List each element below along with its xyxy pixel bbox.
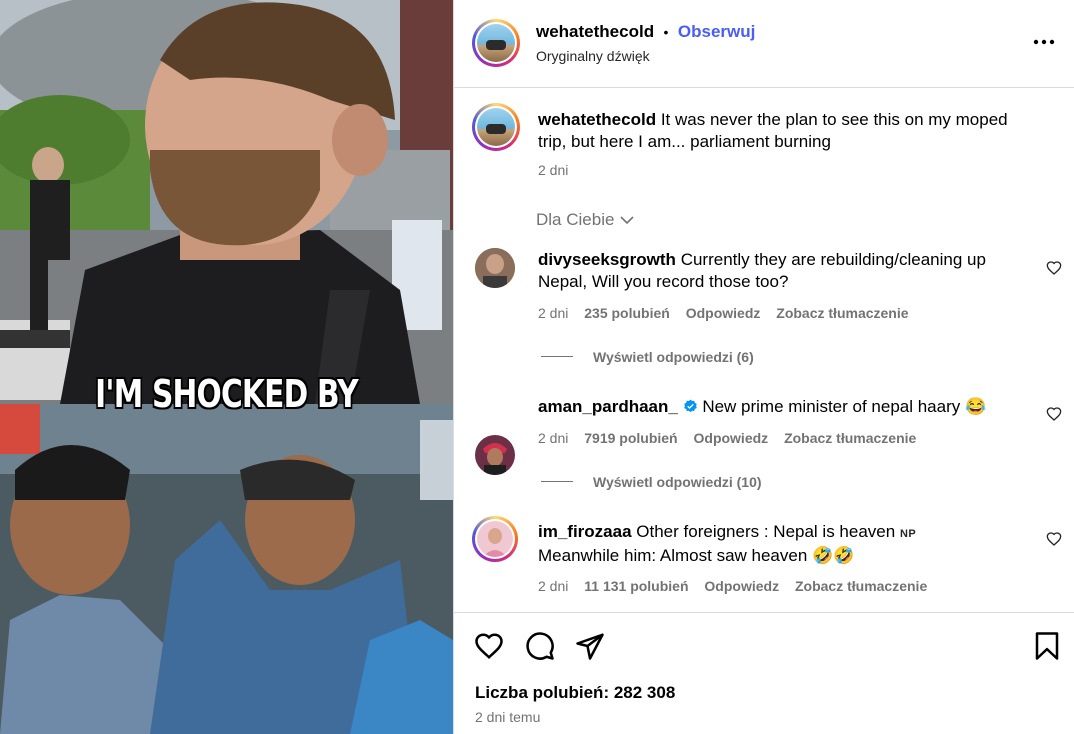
translate-button[interactable]: Zobacz tłumaczenie [784, 430, 916, 446]
comment-text: New prime minister of nepal haary 😂 [702, 397, 987, 416]
flag-np-icon: NP [899, 528, 917, 540]
actions-divider [454, 612, 1074, 613]
comment: aman_pardhaan_ New prime minister of nep… [538, 396, 1008, 418]
comment-like-icon[interactable] [1046, 406, 1062, 427]
caption: wehatethecold It was never the plan to s… [538, 109, 1038, 153]
comment-time: 2 dni [538, 305, 569, 321]
video-caption-overlay: I'M SHOCKED BY [95, 372, 358, 416]
header-divider [454, 87, 1074, 88]
caption-avatar[interactable] [472, 103, 520, 151]
reel-video[interactable]: I'M SHOCKED BY [0, 0, 453, 734]
separator-dot: • [663, 24, 669, 40]
comment-meta: 2 dni 7919 polubień Odpowiedz Zobacz tłu… [538, 430, 916, 446]
comment-icon[interactable] [525, 631, 555, 666]
replies-line [541, 481, 573, 482]
comment-meta: 2 dni 235 polubień Odpowiedz Zobacz tłum… [538, 305, 909, 321]
comment-meta: 2 dni 11 131 polubień Odpowiedz Zobacz t… [538, 578, 927, 594]
sort-label: Dla Ciebie [536, 210, 615, 229]
share-icon[interactable] [575, 631, 605, 666]
comment-time: 2 dni [538, 430, 569, 446]
comment-text: Other foreigners : Nepal is heaven [636, 522, 896, 541]
follow-button[interactable]: Obserwuj [678, 22, 755, 41]
comment-username[interactable]: im_firozaaa [538, 522, 632, 541]
comment-text-line2: Meanwhile him: Almost saw heaven 🤣🤣 [538, 546, 855, 565]
video-frame [0, 0, 453, 734]
comment-username[interactable]: aman_pardhaan_ [538, 397, 678, 416]
post-time: 2 dni temu [475, 709, 541, 725]
comment-avatar[interactable] [475, 435, 515, 475]
comment: im_firozaaa Other foreigners : Nepal is … [538, 521, 1008, 567]
chevron-down-icon [620, 216, 635, 225]
reply-button[interactable]: Odpowiedz [686, 305, 761, 321]
view-replies-button[interactable]: Wyświetl odpowiedzi (6) [593, 349, 754, 365]
comment-sort-dropdown[interactable]: Dla Ciebie [536, 210, 635, 230]
translate-button[interactable]: Zobacz tłumaczenie [776, 305, 908, 321]
comment-like-icon[interactable] [1046, 260, 1062, 281]
author-avatar[interactable] [472, 19, 520, 67]
reply-button[interactable]: Odpowiedz [694, 430, 769, 446]
comment-username[interactable]: divyseeksgrowth [538, 250, 676, 269]
comment-likes[interactable]: 7919 polubień [584, 430, 677, 446]
post-header: wehatethecold • Obserwuj [536, 22, 755, 42]
translate-button[interactable]: Zobacz tłumaczenie [795, 578, 927, 594]
comment-like-icon[interactable] [1046, 531, 1062, 552]
caption-username[interactable]: wehatethecold [538, 110, 656, 129]
view-replies-button[interactable]: Wyświetl odpowiedzi (10) [593, 474, 762, 490]
replies-line [541, 356, 573, 357]
comment-likes[interactable]: 235 polubień [584, 305, 670, 321]
post-details-panel: wehatethecold • Obserwuj Oryginalny dźwi… [453, 0, 1074, 734]
reply-button[interactable]: Odpowiedz [704, 578, 779, 594]
comment-time: 2 dni [538, 578, 569, 594]
save-bookmark-icon[interactable] [1032, 631, 1062, 666]
comment-avatar[interactable] [475, 248, 515, 288]
likes-count[interactable]: Liczba polubień: 282 308 [475, 683, 675, 703]
caption-time: 2 dni [538, 162, 569, 178]
verified-badge-icon [683, 399, 697, 413]
audio-label[interactable]: Oryginalny dźwięk [536, 48, 650, 64]
like-icon[interactable] [474, 631, 504, 666]
comment-likes[interactable]: 11 131 polubień [584, 578, 688, 594]
comment: divyseeksgrowth Currently they are rebui… [538, 249, 1008, 293]
comment-avatar[interactable] [472, 516, 518, 562]
author-username[interactable]: wehatethecold [536, 22, 654, 41]
more-options-icon[interactable] [1032, 32, 1056, 52]
